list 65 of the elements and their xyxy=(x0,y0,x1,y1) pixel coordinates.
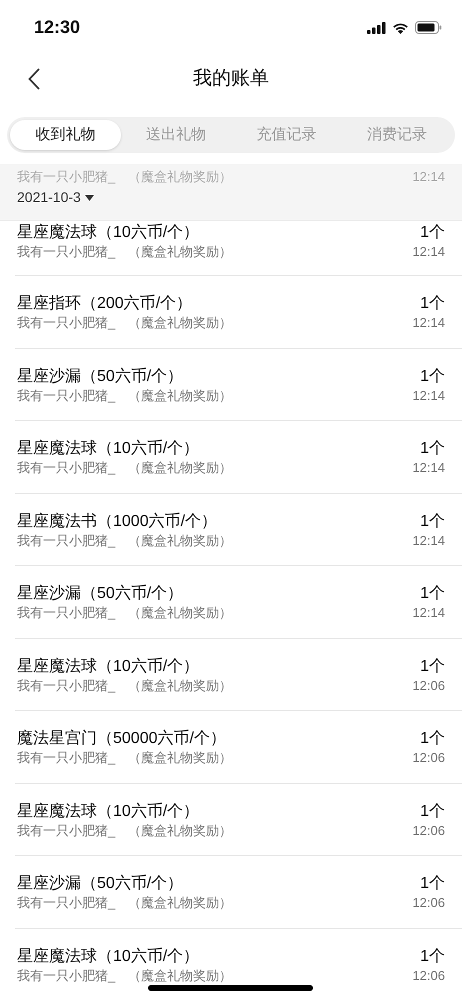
wifi-icon xyxy=(392,22,409,34)
gift-record-row[interactable]: 星座沙漏（50六币/个） 我有一只小肥猪_ （魔盒礼物奖励） 1个 12:14 xyxy=(15,348,462,421)
row-time: 12:06 xyxy=(412,749,445,767)
back-icon[interactable] xyxy=(28,68,40,90)
row-detail: 我有一只小肥猪_ （魔盒礼物奖励） xyxy=(17,459,232,477)
row-time: 12:14 xyxy=(412,532,445,550)
gift-count: 1个 xyxy=(420,366,445,386)
row-time: 12:06 xyxy=(412,894,445,912)
row-time: 12:14 xyxy=(412,314,445,332)
gift-title: 星座指环（200六币/个） xyxy=(17,294,194,314)
row-time: 12:14 xyxy=(412,604,445,622)
gift-title: 星座沙漏（50六币/个） xyxy=(17,366,184,386)
gift-title: 星座魔法球（10六币/个） xyxy=(17,222,200,243)
gift-title: 星座魔法书（1000六币/个） xyxy=(17,512,218,532)
gift-record-row[interactable]: 星座指环（200六币/个） 我有一只小肥猪_ （魔盒礼物奖励） 1个 12:14 xyxy=(15,276,462,348)
gift-count: 1个 xyxy=(420,802,445,822)
row-time: 12:14 xyxy=(412,168,445,186)
row-time: 12:06 xyxy=(412,822,445,840)
gift-title: 星座魔法球（10六币/个） xyxy=(17,802,200,822)
gift-title: 魔法星宫门（50000六币/个） xyxy=(17,728,227,749)
row-time: 12:06 xyxy=(412,966,445,984)
gift-count: 1个 xyxy=(420,584,445,604)
row-time: 12:14 xyxy=(412,243,445,261)
gift-record-row[interactable]: 星座魔法球（10六币/个） 我有一只小肥猪_ （魔盒礼物奖励） 1个 12:06 xyxy=(15,784,462,856)
row-time: 12:14 xyxy=(412,459,445,477)
date-picker[interactable]: 2021-10-3 xyxy=(17,188,94,206)
gift-title: 星座魔法球（10六币/个） xyxy=(17,946,200,966)
gift-record-row[interactable]: 星座沙漏（50六币/个） 我有一只小肥猪_ （魔盒礼物奖励） 1个 12:06 xyxy=(15,856,462,928)
status-time: 12:30 xyxy=(34,16,80,39)
gift-count: 1个 xyxy=(420,729,445,749)
gift-count: 1个 xyxy=(420,223,445,243)
gift-title: 星座魔法球（10六币/个） xyxy=(17,438,200,459)
row-detail: 我有一只小肥猪_ （魔盒礼物奖励） xyxy=(17,243,232,261)
gift-record-row[interactable]: 星座魔法球（10六币/个） 我有一只小肥猪_ （魔盒礼物奖励） 1个 12:06 xyxy=(15,638,462,711)
gift-record-row[interactable]: 魔法星宫门（50000六币/个） 我有一只小肥猪_ （魔盒礼物奖励） 1个 12:06 xyxy=(15,711,462,784)
tab[interactable]: 收到礼物 xyxy=(10,120,120,150)
gift-count: 1个 xyxy=(420,512,445,532)
gift-record-row[interactable]: 星座魔法球（10六币/个） 我有一只小肥猪_ （魔盒礼物奖励） 1个 12:14 xyxy=(15,421,462,494)
row-time: 12:14 xyxy=(412,386,445,404)
row-detail: 我有一只小肥猪_ （魔盒礼物奖励） xyxy=(17,966,232,984)
row-detail: 我有一只小肥猪_ （魔盒礼物奖励） xyxy=(17,314,232,332)
row-detail: 我有一只小肥猪_ （魔盒礼物奖励） xyxy=(17,386,232,404)
battery-icon xyxy=(415,21,442,34)
row-detail: 我有一只小肥猪_ （魔盒礼物奖励） xyxy=(17,894,232,912)
row-detail: 我有一只小肥猪_ （魔盒礼物奖励） xyxy=(17,822,232,840)
page-title: 我的账单 xyxy=(193,66,269,91)
gift-record-row[interactable]: 星座魔法书（1000六币/个） 我有一只小肥猪_ （魔盒礼物奖励） 1个 12:14 xyxy=(15,494,462,566)
gift-title: 星座魔法球（10六币/个） xyxy=(17,656,200,676)
row-detail: 我有一只小肥猪_ （魔盒礼物奖励） xyxy=(17,532,232,550)
row-detail: 我有一只小肥猪_ （魔盒礼物奖励） xyxy=(17,676,232,694)
row-detail: 我有一只小肥猪_ （魔盒礼物奖励） xyxy=(17,749,232,767)
signal-icon xyxy=(367,22,386,34)
gift-title: 星座沙漏（50六币/个） xyxy=(17,874,184,894)
gift-count: 1个 xyxy=(420,439,445,459)
row-detail: 我有一只小肥猪_ （魔盒礼物奖励） xyxy=(17,168,232,186)
gift-record-row[interactable]: 星座沙漏（50六币/个） 我有一只小肥猪_ （魔盒礼物奖励） 1个 12:14 xyxy=(15,566,462,638)
dropdown-caret-icon xyxy=(84,194,94,200)
gift-title: 星座沙漏（50六币/个） xyxy=(17,584,184,604)
gift-count: 1个 xyxy=(420,874,445,894)
gift-count: 1个 xyxy=(420,294,445,314)
row-time: 12:06 xyxy=(412,676,445,694)
row-detail: 我有一只小肥猪_ （魔盒礼物奖励） xyxy=(17,604,232,622)
gift-count: 1个 xyxy=(420,946,445,966)
gift-count: 1个 xyxy=(420,656,445,676)
gift-record-row[interactable]: 星座魔法球（10六币/个） 我有一只小肥猪_ （魔盒礼物奖励） 1个 12:14 xyxy=(15,221,462,276)
